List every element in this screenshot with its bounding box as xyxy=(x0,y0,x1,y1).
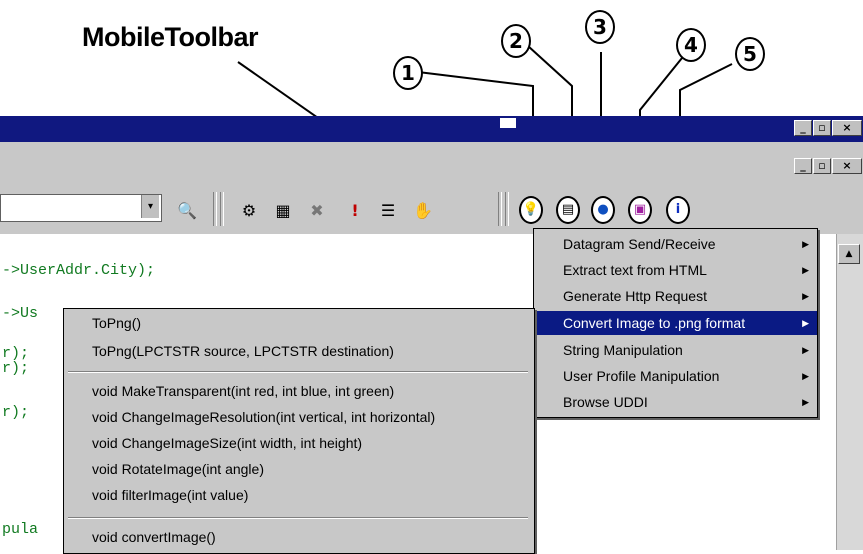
callout-5: 5 xyxy=(735,37,765,71)
submenu-arrow-icon: ▶ xyxy=(802,265,809,275)
callout-1: 1 xyxy=(393,56,423,90)
find-icon[interactable]: 🔍 xyxy=(176,200,198,222)
code-line: ->UserAddr.City); xyxy=(2,262,156,279)
mobile-toolbar-grip xyxy=(498,192,502,226)
mobile-toolbar-grip xyxy=(505,192,509,226)
stop-icon[interactable]: ✖ xyxy=(306,200,328,222)
method-item[interactable]: void ChangeImageResolution(int vertical,… xyxy=(92,409,435,425)
menu-bar xyxy=(0,142,863,183)
method-item[interactable]: void ChangeImageSize(int width, int heig… xyxy=(92,435,362,451)
child-minimize-button[interactable]: _ xyxy=(794,158,812,174)
info-icon[interactable]: i xyxy=(666,196,690,224)
code-line: ->Us xyxy=(2,305,39,322)
callout-4: 4 xyxy=(676,28,706,62)
method-item[interactable]: void convertImage() xyxy=(92,529,216,545)
method-item[interactable]: void filterImage(int value) xyxy=(92,487,248,503)
restore-button[interactable]: ▫ xyxy=(813,120,831,136)
code-line: r); xyxy=(2,404,30,421)
method-item[interactable]: void MakeTransparent(int red, int blue, … xyxy=(92,383,394,399)
combo-dropdown-button[interactable]: ▾ xyxy=(141,195,159,218)
menu-item-label: Browse UDDI xyxy=(563,394,648,410)
menu-separator xyxy=(68,371,528,373)
menu-item-browse-uddi[interactable]: Browse UDDI ▶ xyxy=(534,391,817,413)
menu-item-label: User Profile Manipulation xyxy=(563,368,720,384)
method-item[interactable]: void RotateImage(int angle) xyxy=(92,461,264,477)
minimize-button[interactable]: _ xyxy=(794,120,812,136)
menu-item-label: Extract text from HTML xyxy=(563,262,707,278)
child-restore-button[interactable]: ▫ xyxy=(813,158,831,174)
menu-item-http-request[interactable]: Generate Http Request ▶ xyxy=(534,285,817,307)
menu-item-user-profile[interactable]: User Profile Manipulation ▶ xyxy=(534,365,817,387)
submenu-arrow-icon: ▶ xyxy=(802,291,809,301)
toolbar-separator xyxy=(220,192,224,226)
disk-icon[interactable]: ▣ xyxy=(628,196,652,224)
vertical-scrollbar[interactable] xyxy=(836,234,863,550)
menu-item-label: Generate Http Request xyxy=(563,288,707,304)
menu-item-label: String Manipulation xyxy=(563,342,683,358)
execute-icon[interactable]: ! xyxy=(344,200,366,222)
scroll-up-arrow-icon[interactable]: ▲ xyxy=(838,244,860,264)
lightbulb-icon[interactable]: 💡 xyxy=(519,196,543,224)
toolbar-combo-box[interactable] xyxy=(0,194,162,222)
mobile-toolbar-menu: Datagram Send/Receive ▶ Extract text fro… xyxy=(533,228,818,418)
menu-item-string-manipulation[interactable]: String Manipulation ▶ xyxy=(534,339,817,361)
toolbar-separator xyxy=(213,192,217,226)
menu-item-datagram[interactable]: Datagram Send/Receive ▶ xyxy=(534,233,817,255)
code-line: pula xyxy=(2,521,39,538)
method-item[interactable]: ToPng() xyxy=(92,315,141,331)
menu-item-convert-image[interactable]: Convert Image to .png format ▶ xyxy=(534,311,817,335)
page-icon[interactable]: ▤ xyxy=(556,196,580,224)
title-bar-glare xyxy=(500,118,516,128)
title-bar xyxy=(0,116,863,142)
code-line: r); xyxy=(2,360,30,377)
method-item[interactable]: ToPng(LPCTSTR source, LPCTSTR destinatio… xyxy=(92,343,394,359)
submenu-arrow-icon: ▶ xyxy=(802,318,809,328)
method-popup-menu: ToPng() ToPng(LPCTSTR source, LPCTSTR de… xyxy=(63,308,535,554)
submenu-arrow-icon: ▶ xyxy=(802,397,809,407)
toggle-list-icon[interactable]: ☰ xyxy=(377,200,399,222)
child-close-button[interactable]: × xyxy=(832,158,862,174)
menu-item-label: Convert Image to .png format xyxy=(563,315,746,331)
menu-item-label: Datagram Send/Receive xyxy=(563,236,716,252)
close-button[interactable]: × xyxy=(832,120,862,136)
submenu-arrow-icon: ▶ xyxy=(802,239,809,249)
globe-icon[interactable]: ● xyxy=(591,196,615,224)
menu-separator xyxy=(68,517,528,519)
submenu-arrow-icon: ▶ xyxy=(802,345,809,355)
build-icon[interactable]: ▦ xyxy=(272,200,294,222)
submenu-arrow-icon: ▶ xyxy=(802,371,809,381)
callout-3: 3 xyxy=(585,10,615,44)
hand-icon[interactable]: ✋ xyxy=(412,200,434,222)
compile-icon[interactable]: ⚙ xyxy=(238,200,260,222)
menu-item-extract-text[interactable]: Extract text from HTML ▶ xyxy=(534,259,817,281)
callout-2: 2 xyxy=(501,24,531,58)
